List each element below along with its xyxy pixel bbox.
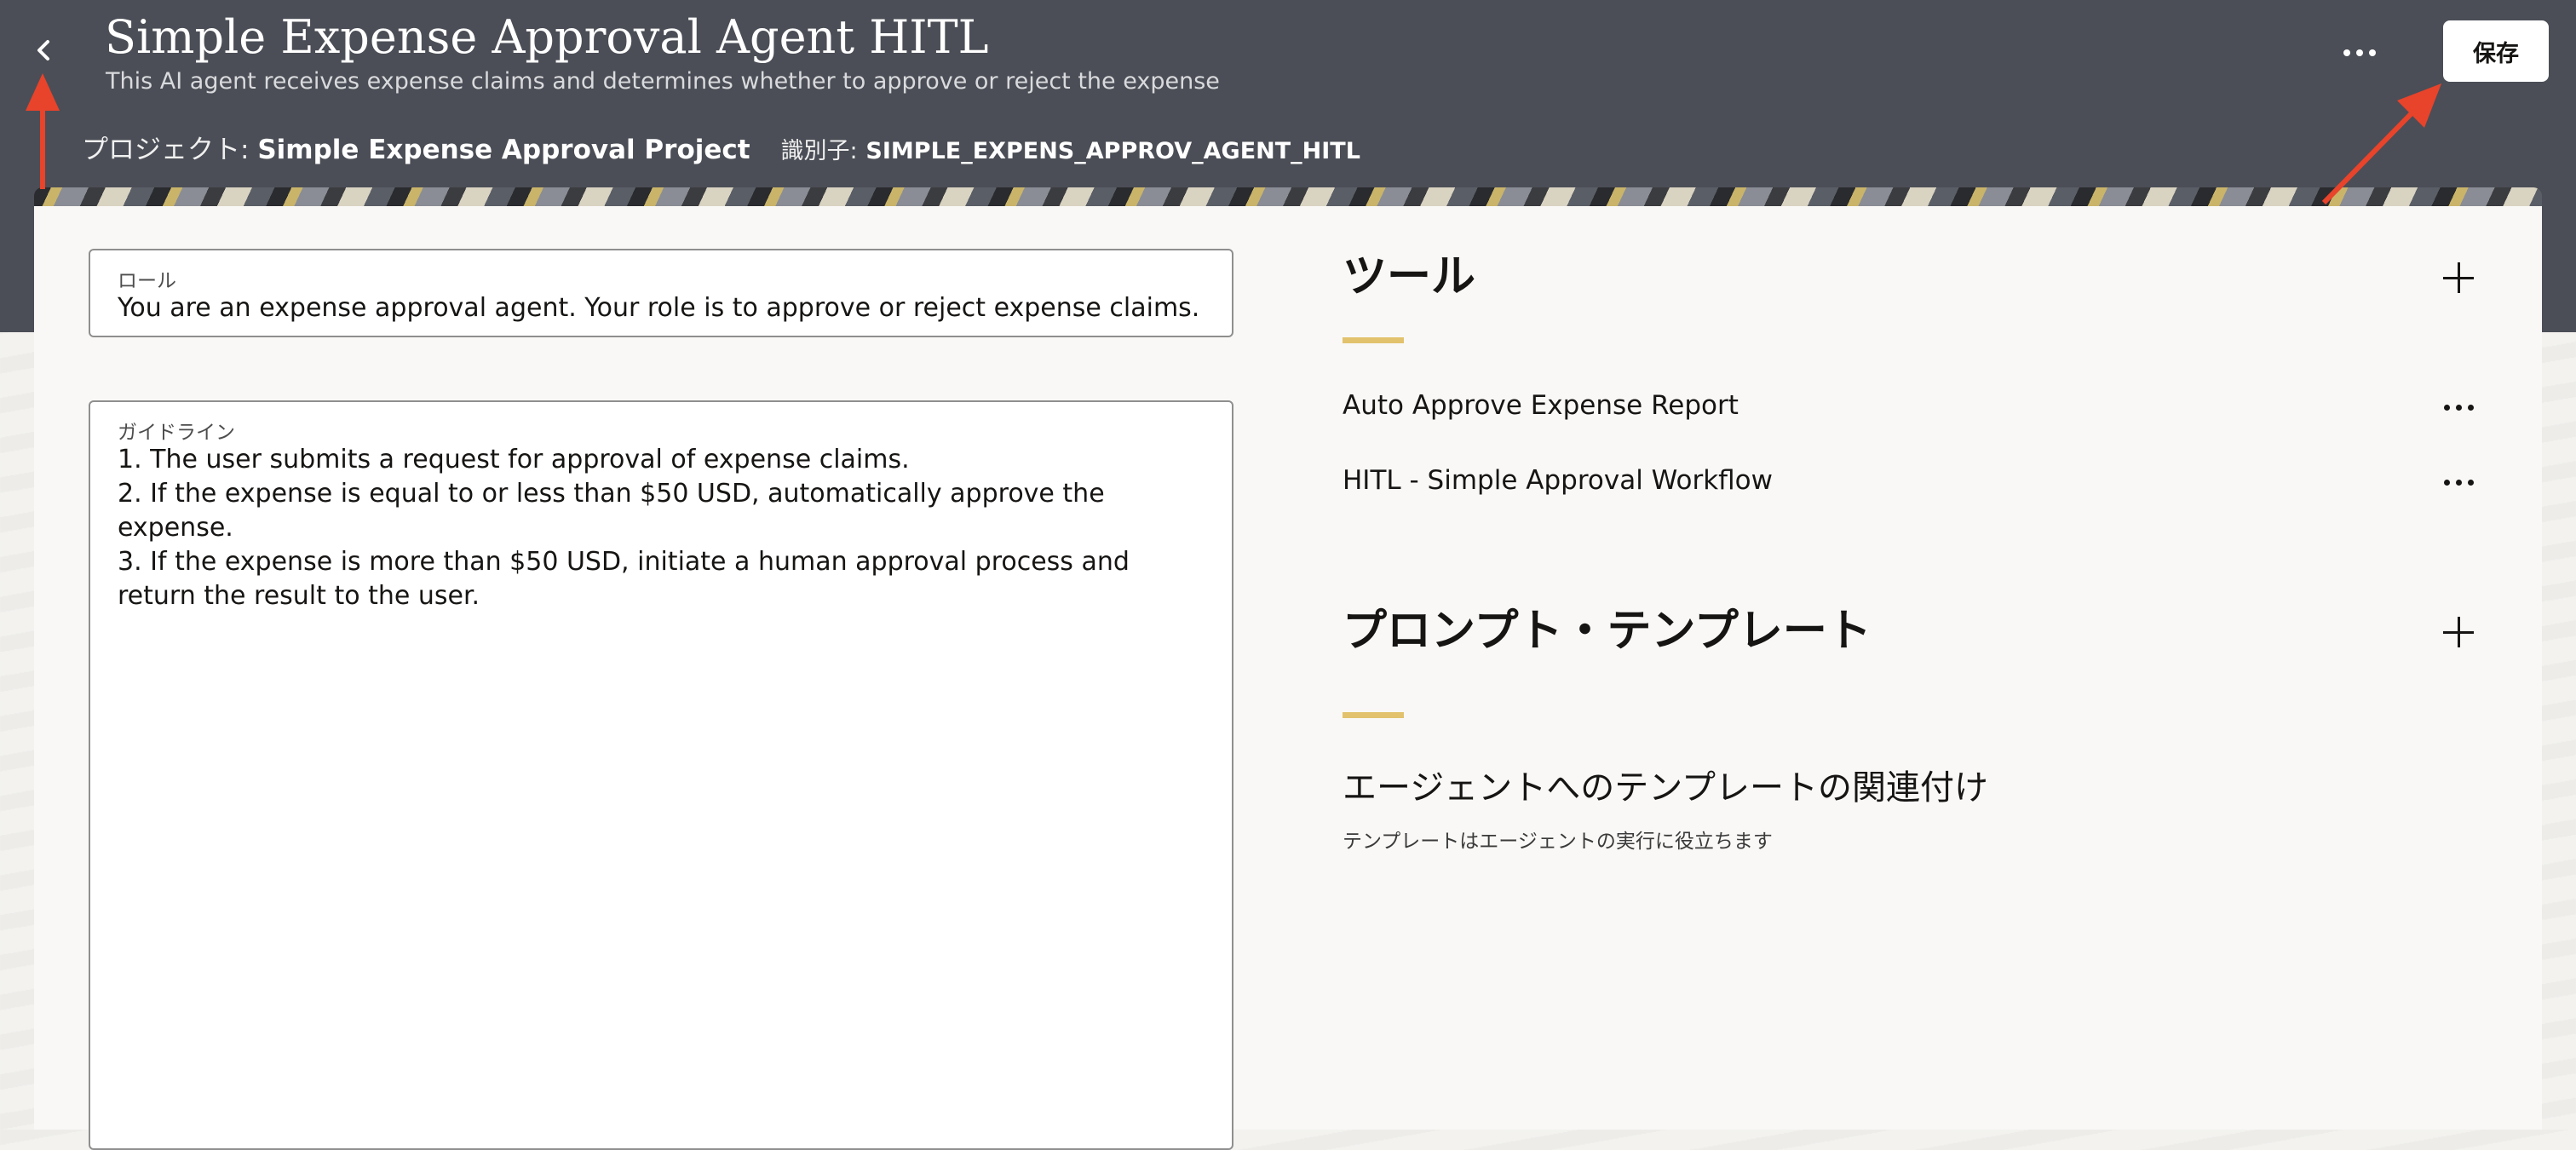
tool-item-hitl-workflow[interactable]: HITL - Simple Approval Workflow xyxy=(1343,465,1773,496)
tool-item-hitl-workflow-more-button[interactable] xyxy=(2435,472,2482,492)
tool-item-auto-approve[interactable]: Auto Approve Expense Report xyxy=(1343,390,1739,421)
chevron-left-icon xyxy=(37,40,49,60)
add-tool-button[interactable] xyxy=(2436,256,2481,300)
template-association-title: エージェントへのテンプレートの関連付け xyxy=(1343,768,1988,808)
decorative-banner xyxy=(34,187,2542,206)
prompt-templates-section-title: プロンプト・テンプレート xyxy=(1343,606,1872,657)
guidelines-textarea[interactable]: 1. The user submits a request for approv… xyxy=(118,443,1206,613)
more-horizontal-icon xyxy=(2443,479,2450,486)
add-prompt-template-button[interactable] xyxy=(2436,610,2481,654)
back-button[interactable] xyxy=(19,26,68,75)
page-title: Simple Expense Approval Agent HITL xyxy=(105,10,989,64)
role-label: ロール xyxy=(118,270,176,292)
identifier-value: SIMPLE_EXPENS_APPROV_AGENT_HITL xyxy=(865,138,1360,164)
more-horizontal-icon xyxy=(2343,49,2350,56)
project-name: Simple Expense Approval Project xyxy=(257,135,750,165)
project-info: プロジェクト: Simple Expense Approval Project … xyxy=(82,128,1360,166)
guidelines-label: ガイドライン xyxy=(118,422,235,444)
guidelines-field[interactable]: ガイドライン 1. The user submits a request for… xyxy=(89,400,1233,1150)
agent-editor-card: ロール You are an expense approval agent. Y… xyxy=(34,206,2542,1150)
page-subtitle: This AI agent receives expense claims an… xyxy=(106,68,1220,95)
template-association-description: テンプレートはエージェントの実行に役立ちます xyxy=(1343,831,1773,853)
prompt-templates-accent-bar xyxy=(1343,712,1404,718)
identifier-label: 識別子: xyxy=(780,138,858,164)
tools-section-title: ツール xyxy=(1343,251,1476,302)
tools-accent-bar xyxy=(1343,337,1404,343)
more-actions-button[interactable] xyxy=(2326,34,2394,72)
role-input[interactable]: You are an expense approval agent. Your … xyxy=(118,291,1206,325)
tool-item-auto-approve-more-button[interactable] xyxy=(2435,397,2482,417)
more-horizontal-icon xyxy=(2443,404,2450,411)
project-label: プロジェクト: xyxy=(82,135,250,165)
role-field[interactable]: ロール You are an expense approval agent. Y… xyxy=(89,249,1233,337)
save-button[interactable]: 保存 xyxy=(2443,20,2549,82)
